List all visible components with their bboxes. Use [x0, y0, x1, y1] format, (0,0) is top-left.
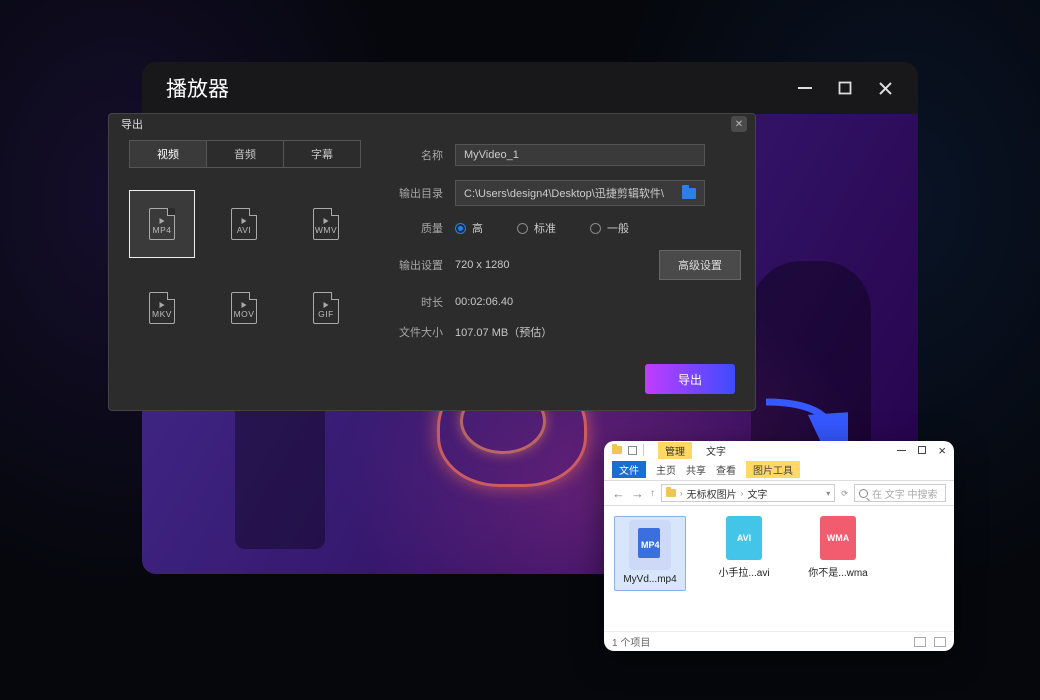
explorer-window: 管理 文字 × 文件 主页 共享 查看 图片工具 ← → ↑ › 无标权图片 ›… [604, 441, 954, 651]
tab-picture-tools[interactable]: 图片工具 [746, 461, 800, 478]
format-wmv[interactable]: WMV [293, 190, 359, 258]
tab-manage[interactable]: 管理 [658, 442, 692, 459]
maximize-button[interactable] [836, 79, 854, 97]
export-body: 视频 音频 字幕 MP4 AVI WMV MKV MOV GIF 名称 MyVi… [109, 134, 755, 364]
tab-subtitle[interactable]: 字幕 [284, 141, 360, 167]
file-icon: AVI [231, 208, 257, 240]
tab-share[interactable]: 共享 [686, 462, 706, 477]
view-thumbs-icon[interactable] [934, 637, 946, 647]
explorer-close-button[interactable]: × [938, 444, 946, 457]
export-close-button[interactable]: ✕ [731, 116, 747, 132]
file-icon: GIF [313, 292, 339, 324]
close-button[interactable] [876, 79, 894, 97]
resolution-value: 720 x 1280 [455, 259, 509, 271]
export-tabs: 视频 音频 字幕 [129, 140, 361, 168]
quality-normal[interactable]: 一般 [590, 220, 629, 236]
explorer-statusbar: 1 个项目 [604, 631, 954, 651]
format-mov[interactable]: MOV [211, 274, 277, 342]
quickaccess-icon [628, 446, 637, 455]
file-name: MyVd...mp4 [614, 574, 686, 585]
format-avi[interactable]: AVI [211, 190, 277, 258]
file-item[interactable]: AVI 小手拉...avi [708, 516, 780, 579]
file-item[interactable]: WMA 你不是...wma [802, 516, 874, 579]
explorer-window-controls: × [897, 444, 946, 457]
filesize-value: 107.07 MB（预估） [455, 324, 552, 340]
quality-high[interactable]: 高 [455, 220, 483, 236]
quality-standard[interactable]: 标准 [517, 220, 556, 236]
file-icon: MP4 [149, 208, 175, 240]
explorer-navbar: ← → ↑ › 无标权图片 › 文字 ▾ ⟳ 在 文字 中搜索 [604, 480, 954, 506]
file-name: 你不是...wma [802, 564, 874, 579]
file-icon: MP4 [629, 520, 671, 570]
quality-radios: 高 标准 一般 [455, 220, 629, 236]
tab-home[interactable]: 主页 [656, 462, 676, 477]
format-mp4[interactable]: MP4 [129, 190, 195, 258]
explorer-maximize-button[interactable] [918, 446, 926, 454]
view-details-icon[interactable] [914, 637, 926, 647]
format-mkv[interactable]: MKV [129, 274, 195, 342]
export-titlebar: 导出 ✕ [109, 114, 755, 134]
nav-up-button[interactable]: ↑ [650, 488, 655, 499]
chevron-down-icon[interactable]: ▾ [826, 489, 830, 498]
label-output-setting: 输出设置 [391, 257, 443, 273]
duration-value: 00:02:06.40 [455, 296, 513, 308]
file-item[interactable]: MP4 MyVd...mp4 [614, 516, 686, 591]
file-icon: WMA [820, 516, 856, 560]
refresh-button[interactable]: ⟳ [841, 489, 848, 498]
search-input[interactable]: 在 文字 中搜索 [854, 484, 946, 502]
tab-file[interactable]: 文件 [612, 461, 646, 478]
file-icon: WMV [313, 208, 339, 240]
window-title: 文字 [706, 443, 726, 458]
file-icon: MKV [149, 292, 175, 324]
player-window-controls [796, 79, 894, 97]
label-name: 名称 [391, 147, 443, 163]
browse-folder-icon[interactable] [682, 188, 696, 199]
export-right: 名称 MyVideo_1 输出目录 C:\Users\design4\Deskt… [381, 140, 741, 354]
label-quality: 质量 [391, 220, 443, 236]
folder-icon [612, 446, 622, 454]
search-icon [859, 489, 868, 498]
player-title: 播放器 [166, 73, 796, 103]
label-filesize: 文件大小 [391, 324, 443, 340]
nav-fwd-button[interactable]: → [631, 486, 644, 501]
tab-audio[interactable]: 音频 [207, 141, 284, 167]
tab-video[interactable]: 视频 [130, 141, 207, 167]
minimize-button[interactable] [796, 79, 814, 97]
format-gif[interactable]: GIF [293, 274, 359, 342]
explorer-minimize-button[interactable] [897, 450, 906, 451]
explorer-files: MP4 MyVd...mp4 AVI 小手拉...avi WMA 你不是...w… [604, 506, 954, 631]
export-title: 导出 [121, 116, 143, 132]
advanced-settings-button[interactable]: 高级设置 [659, 250, 741, 280]
folder-icon [666, 489, 676, 497]
tab-view[interactable]: 查看 [716, 462, 736, 477]
file-name: 小手拉...avi [708, 564, 780, 579]
export-dialog: 导出 ✕ 视频 音频 字幕 MP4 AVI WMV MKV MOV GIF 名称… [108, 113, 756, 411]
export-footer: 导出 [109, 364, 755, 410]
status-text: 1 个项目 [612, 634, 650, 649]
ribbon-contextual: 管理 文字 [650, 442, 726, 459]
file-icon: AVI [726, 516, 762, 560]
file-icon: MOV [231, 292, 257, 324]
export-button[interactable]: 导出 [645, 364, 735, 394]
label-duration: 时长 [391, 294, 443, 310]
output-path-input[interactable]: C:\Users\design4\Desktop\迅捷剪辑软件\ [455, 180, 705, 206]
nav-back-button[interactable]: ← [612, 486, 625, 501]
export-left: 视频 音频 字幕 MP4 AVI WMV MKV MOV GIF [129, 140, 381, 354]
view-toggle [914, 637, 946, 647]
format-grid: MP4 AVI WMV MKV MOV GIF [129, 190, 381, 342]
player-titlebar: 播放器 [142, 62, 918, 114]
name-input[interactable]: MyVideo_1 [455, 144, 705, 166]
ribbon-tabs: 文件 主页 共享 查看 图片工具 [604, 459, 954, 480]
label-output-dir: 输出目录 [391, 185, 443, 201]
address-bar[interactable]: › 无标权图片 › 文字 ▾ [661, 484, 835, 502]
explorer-titlebar: 管理 文字 × [604, 441, 954, 459]
